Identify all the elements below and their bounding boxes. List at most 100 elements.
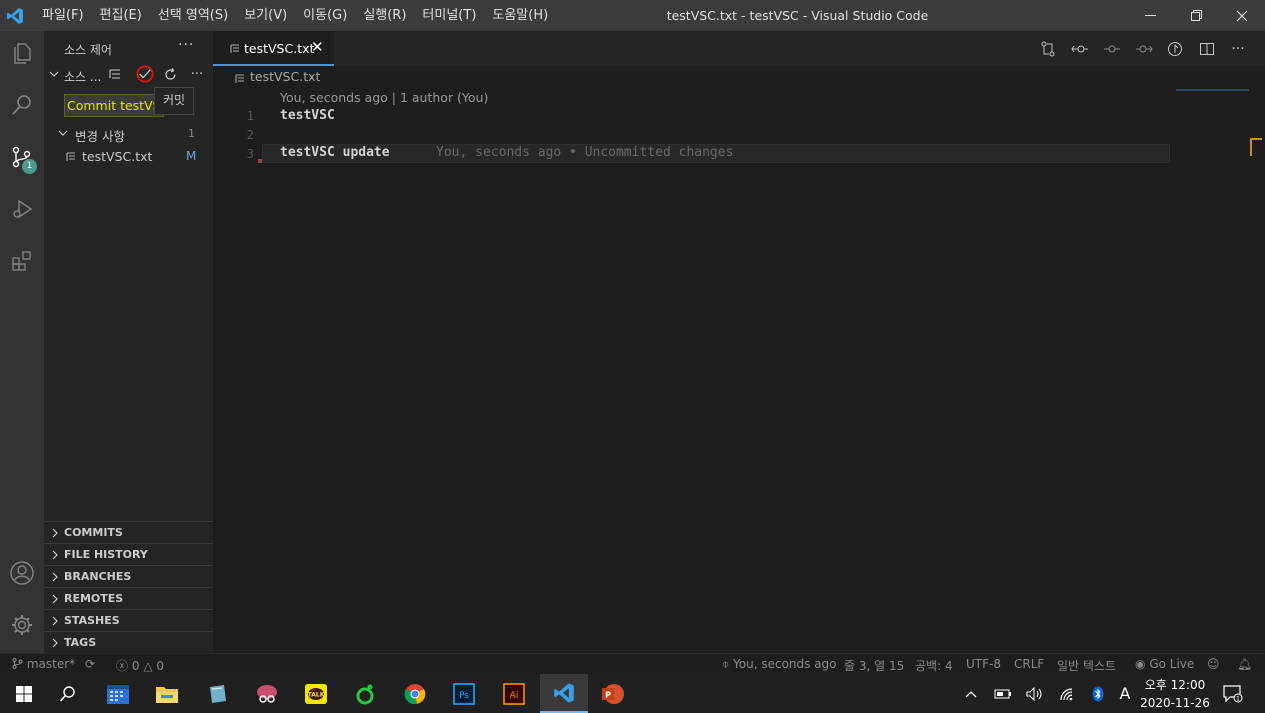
close-window-button[interactable] — [1219, 0, 1265, 31]
commit-node-icon: ⌽ — [722, 657, 730, 671]
photoshop-app-icon[interactable]: Ps — [440, 674, 488, 713]
split-editor-icon[interactable] — [1196, 38, 1218, 60]
notifications-bell-icon[interactable]: 🔔︎ — [1237, 657, 1252, 671]
close-tab-icon[interactable]: ✕ — [311, 38, 324, 56]
changes-group[interactable]: 변경 사항 1 — [44, 123, 213, 145]
volume-icon[interactable] — [1023, 674, 1047, 713]
blame-status-text: You, seconds ago — [733, 657, 837, 671]
open-changes-icon[interactable] — [1037, 38, 1059, 60]
cursor-position[interactable]: 줄 3, 열 15 — [844, 657, 904, 674]
section-stashes[interactable]: STASHES — [44, 609, 213, 631]
menu-file[interactable]: 파일(F) — [34, 0, 92, 31]
restore-button[interactable] — [1173, 0, 1219, 31]
run-debug-icon[interactable] — [0, 187, 44, 231]
vscode-app-icon[interactable] — [540, 674, 588, 713]
kakaotalk-app-icon[interactable]: TALK — [292, 674, 340, 713]
sidebar-more-actions-icon[interactable]: ··· — [178, 37, 194, 53]
section-file-history[interactable]: FILE HISTORY — [44, 543, 213, 565]
changed-file-name: testVSC.txt — [82, 149, 153, 164]
chevron-down-icon — [49, 68, 59, 83]
show-hidden-icons-chevron-icon[interactable] — [961, 674, 981, 713]
gutter-change-marker — [258, 159, 262, 163]
language-mode[interactable]: 일반 텍스트 — [1057, 657, 1116, 674]
bluetooth-icon[interactable] — [1088, 674, 1108, 713]
menu-view[interactable]: 보기(V) — [236, 0, 295, 31]
section-remotes[interactable]: REMOTES — [44, 587, 213, 609]
calendar-app-icon[interactable] — [94, 674, 142, 713]
wifi-icon[interactable] — [1056, 674, 1080, 713]
ime-indicator[interactable]: A — [1114, 674, 1136, 713]
commit-check-icon[interactable] — [136, 65, 154, 83]
menu-run[interactable]: 실행(R) — [355, 0, 414, 31]
text-file-icon — [230, 43, 240, 58]
toggle-blame-icon[interactable] — [1164, 38, 1186, 60]
tab-label: testVSC.txt — [244, 41, 315, 56]
end-of-line[interactable]: CRLF — [1014, 657, 1044, 671]
repo-more-actions-icon[interactable]: ··· — [188, 65, 206, 83]
source-control-icon[interactable]: 1 — [0, 135, 44, 179]
inline-blame-annotation: You, seconds ago • Uncommitted changes — [436, 145, 734, 160]
powerpoint-app-icon[interactable]: P — [589, 674, 637, 713]
go-live-item[interactable]: ◉ Go Live — [1135, 657, 1194, 671]
changed-file-item[interactable]: testVSC.txt M — [44, 146, 213, 168]
refresh-icon[interactable] — [161, 65, 179, 83]
line-app-icon[interactable] — [341, 674, 389, 713]
svg-text:Ps: Ps — [459, 691, 469, 701]
minimap[interactable] — [1176, 89, 1249, 91]
sync-icon[interactable]: ⟳ — [85, 657, 95, 671]
authorship-codelens[interactable]: You, seconds ago | 1 author (You) — [280, 90, 488, 105]
modified-status: M — [186, 149, 197, 163]
previous-revision-icon[interactable] — [1069, 38, 1091, 60]
editor-more-actions-icon[interactable]: ··· — [1227, 38, 1249, 60]
start-button[interactable] — [0, 674, 48, 713]
minimize-button[interactable] — [1127, 0, 1173, 31]
section-commits[interactable]: COMMITS — [44, 521, 213, 543]
svg-text:Ai: Ai — [510, 691, 519, 701]
section-tags[interactable]: TAGS — [44, 631, 213, 653]
extensions-icon[interactable] — [0, 239, 44, 283]
chevron-right-icon — [50, 527, 60, 542]
search-icon[interactable] — [0, 83, 44, 127]
explorer-icon[interactable] — [0, 31, 44, 75]
feedback-icon[interactable]: ☺ — [1207, 657, 1220, 671]
menu-terminal[interactable]: 터미널(T) — [414, 0, 484, 31]
repo-label: 소스 ... — [64, 70, 102, 84]
battery-icon[interactable] — [991, 674, 1015, 713]
error-count: 0 — [131, 659, 140, 673]
encoding[interactable]: UTF-8 — [966, 657, 1001, 671]
illustrator-app-icon[interactable]: Ai — [490, 674, 538, 713]
file-explorer-app-icon[interactable] — [143, 674, 191, 713]
menu-selection[interactable]: 선택 영역(S) — [150, 0, 236, 31]
code-line[interactable]: testVSC — [280, 108, 335, 123]
menu-edit[interactable]: 편집(E) — [92, 0, 150, 31]
window-controls — [1127, 0, 1265, 31]
commit-node-icon[interactable] — [1101, 38, 1123, 60]
chrome-app-icon[interactable] — [391, 674, 439, 713]
chevron-right-icon — [50, 615, 60, 630]
breadcrumb-file: testVSC.txt — [250, 69, 321, 84]
snipping-tool-app-icon[interactable] — [243, 674, 291, 713]
settings-gear-icon[interactable] — [0, 603, 44, 647]
indentation[interactable]: 공백: 4 — [915, 657, 953, 674]
action-center-icon[interactable]: 1 — [1220, 674, 1246, 713]
clock[interactable]: 오후 12:00 2020-11-26 — [1140, 676, 1210, 712]
menu-go[interactable]: 이동(G) — [295, 0, 355, 31]
tab-testvsc-txt[interactable]: testVSC.txt ✕ — [213, 31, 334, 66]
commit-message-input[interactable]: Commit testVS — [64, 94, 164, 117]
line-number: 3 — [246, 147, 254, 161]
window-title: testVSC.txt - testVSC - Visual Studio Co… — [666, 8, 929, 23]
next-revision-icon[interactable] — [1133, 38, 1155, 60]
menu-help[interactable]: 도움말(H) — [484, 0, 556, 31]
problems-item[interactable]: ⓧ 0 △ 0 — [116, 657, 164, 674]
code-line[interactable]: testVSC update — [280, 145, 390, 160]
error-icon: ⓧ — [116, 659, 129, 673]
blame-status-item[interactable]: ⌽ You, seconds ago — [722, 657, 837, 672]
notes-app-icon[interactable] — [193, 674, 241, 713]
taskbar-search-icon[interactable] — [44, 674, 92, 713]
accounts-icon[interactable] — [0, 551, 44, 595]
section-label: BRANCHES — [64, 570, 132, 583]
branch-item[interactable]: master* — [12, 657, 75, 671]
section-branches[interactable]: BRANCHES — [44, 565, 213, 587]
gitlens-sections: COMMITS FILE HISTORY BRANCHES REMOTES ST… — [44, 521, 213, 653]
view-as-tree-icon[interactable] — [106, 65, 124, 83]
